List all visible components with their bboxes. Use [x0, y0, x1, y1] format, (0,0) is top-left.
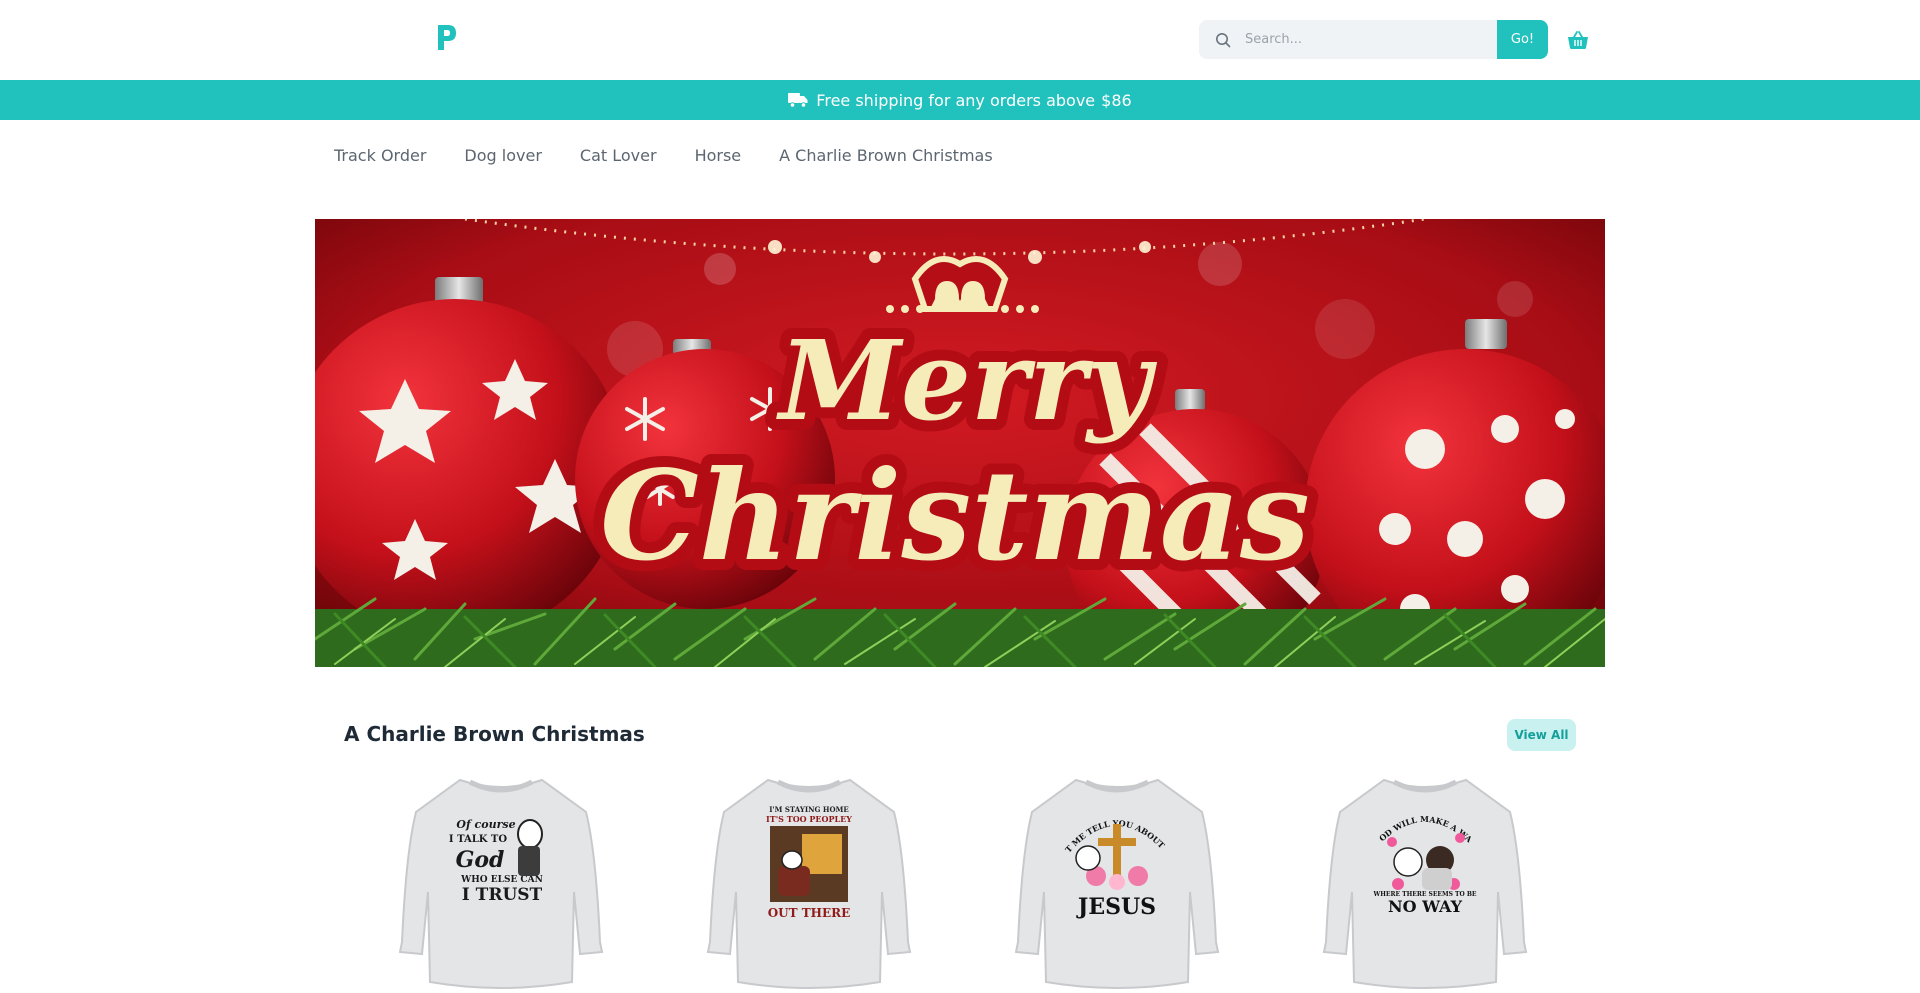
product-print-line: I TALK TO: [449, 834, 507, 845]
product-print-line: WHO ELSE CAN: [460, 875, 543, 885]
truck-icon: [788, 93, 808, 108]
product-print-line: JESUS: [1076, 894, 1156, 920]
basket-icon[interactable]: [1567, 30, 1589, 50]
sweatshirt-image: GOD WILL MAKE A WAY WHERE THERE SEEMS TO…: [1314, 772, 1528, 989]
store-logo[interactable]: [436, 22, 458, 52]
product-print-line: OUT THERE: [768, 906, 851, 920]
product-print-line: NO WAY: [1388, 897, 1463, 916]
product-card[interactable]: Of course I TALK TO God WHO ELSE CAN I T…: [344, 768, 652, 993]
product-card[interactable]: GOD WILL MAKE A WAY WHERE THERE SEEMS TO…: [1268, 768, 1576, 993]
view-all-button[interactable]: View All: [1507, 719, 1576, 751]
sweatshirt-image: Of course I TALK TO God WHO ELSE CAN I T…: [398, 778, 604, 989]
hero-line-2: Christmas: [600, 444, 1310, 589]
product-card[interactable]: I'M STAYING HOME IT'S TOO PEOPLEY OUT TH…: [652, 768, 960, 993]
hero-banner[interactable]: Merry Merry Christmas Christmas: [315, 219, 1605, 667]
product-print-line: God: [456, 847, 505, 873]
sweatshirt-image: I'M STAYING HOME IT'S TOO PEOPLEY OUT TH…: [706, 778, 912, 989]
product-card[interactable]: LET ME TELL YOU ABOUT MY JESUS: [960, 768, 1268, 993]
free-shipping-banner: Free shipping for any orders above $86: [0, 80, 1920, 120]
search-go-button[interactable]: Go!: [1497, 20, 1548, 59]
search-bar: Go!: [1199, 20, 1548, 59]
promo-amount: $86: [1101, 90, 1132, 110]
section-title: A Charlie Brown Christmas: [344, 722, 645, 746]
product-print-line: IT'S TOO PEOPLEY: [766, 814, 852, 824]
promo-text: Free shipping for any orders above: [816, 90, 1096, 110]
hero-line-1: Merry: [775, 316, 1158, 445]
product-print-line: I'M STAYING HOME: [769, 805, 848, 814]
nav-item-track-order[interactable]: Track Order: [315, 140, 445, 171]
hero-image: Merry Merry Christmas Christmas: [315, 219, 1605, 667]
nav-item-charlie-brown-christmas[interactable]: A Charlie Brown Christmas: [760, 140, 1012, 171]
product-grid: Of course I TALK TO God WHO ELSE CAN I T…: [344, 768, 1576, 993]
search-input[interactable]: [1245, 32, 1485, 47]
nav-item-cat-lover[interactable]: Cat Lover: [561, 140, 676, 171]
search-field-wrapper: [1199, 20, 1497, 59]
search-icon: [1216, 32, 1231, 47]
nav-item-dog-lover[interactable]: Dog lover: [445, 140, 560, 171]
main-nav: Track Order Dog lover Cat Lover Horse A …: [315, 140, 1012, 171]
sweatshirt-image: LET ME TELL YOU ABOUT MY JESUS: [1006, 772, 1220, 989]
product-print-line: I TRUST: [462, 885, 543, 905]
nav-item-horse[interactable]: Horse: [676, 140, 761, 171]
product-print-line: Of course: [456, 818, 515, 831]
site-header: Go!: [0, 0, 1920, 80]
